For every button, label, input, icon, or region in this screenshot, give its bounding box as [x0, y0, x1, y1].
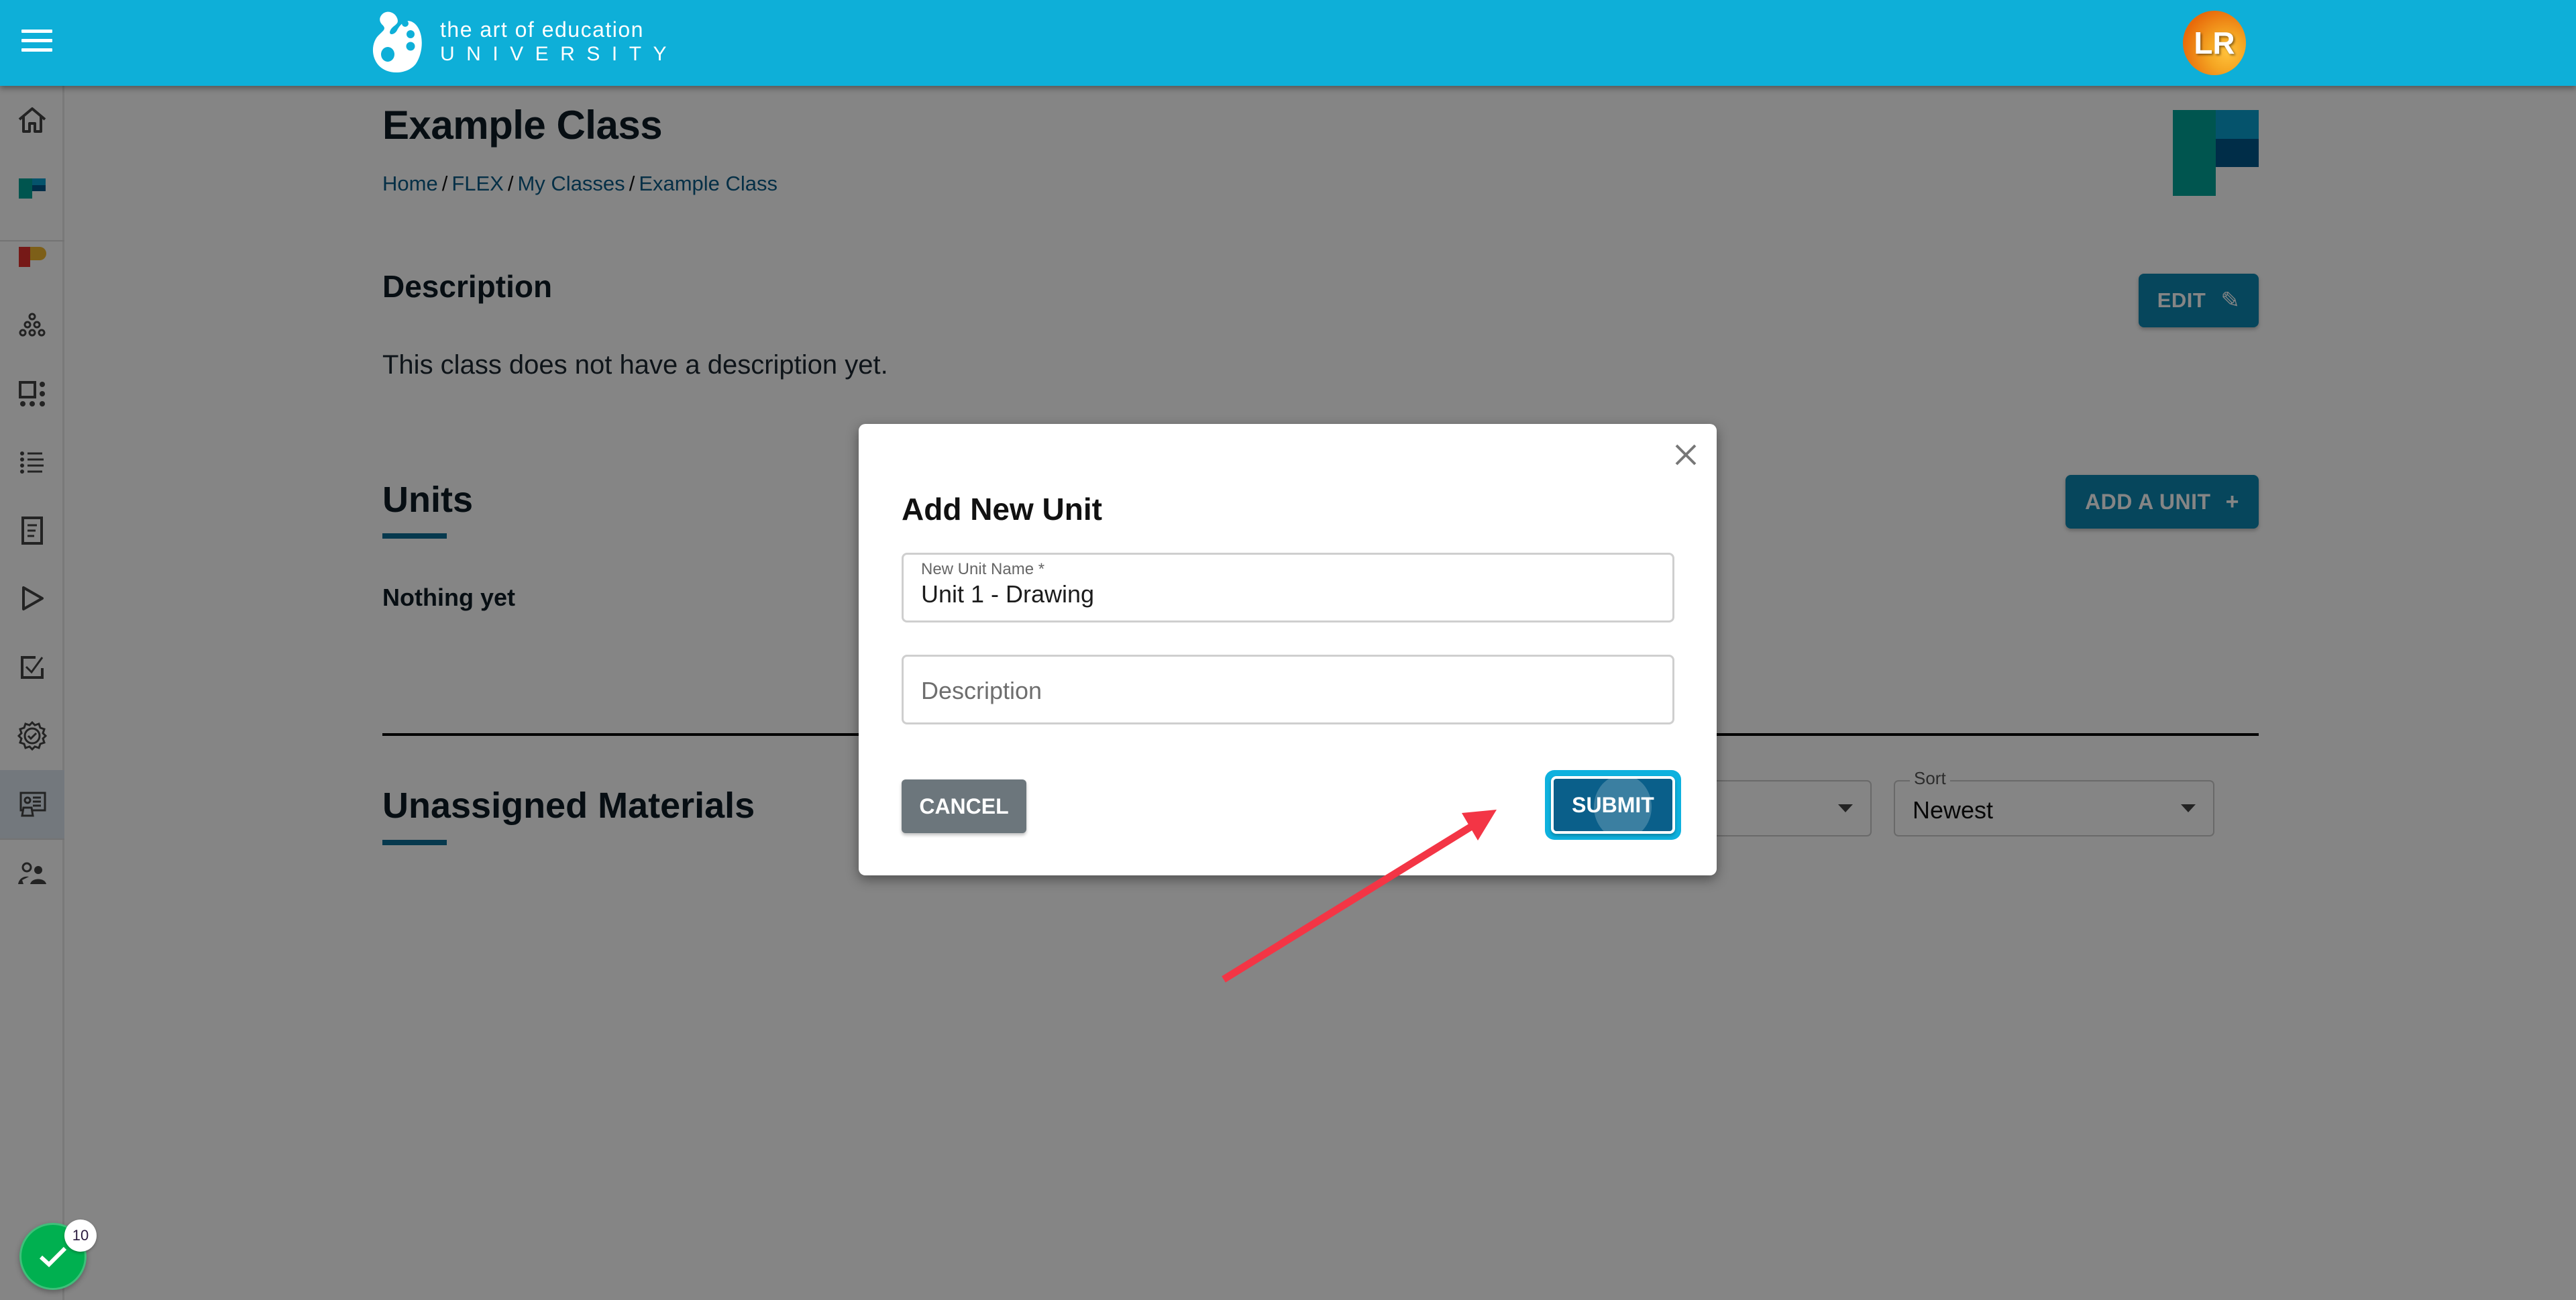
unit-name-input[interactable]: [921, 580, 1652, 608]
logo-tagline: the art of education: [440, 17, 644, 42]
unit-description-field[interactable]: [902, 655, 1674, 724]
notification-count-badge: 10: [64, 1220, 97, 1252]
top-app-bar: the art of education UNIVERSITY LR: [0, 0, 2576, 86]
palette-icon: [372, 11, 422, 73]
cancel-button[interactable]: CANCEL: [902, 779, 1026, 833]
user-avatar[interactable]: LR: [2183, 11, 2246, 75]
close-icon: [1675, 444, 1697, 466]
unit-description-input[interactable]: [921, 677, 1652, 705]
aoeu-logo[interactable]: the art of education UNIVERSITY: [370, 8, 678, 75]
unit-name-field[interactable]: New Unit Name *: [902, 553, 1674, 622]
submit-button[interactable]: SUBMIT: [1551, 776, 1675, 834]
add-new-unit-dialog: Add New Unit New Unit Name * CANCEL SUBM…: [859, 424, 1717, 875]
unit-name-label: New Unit Name *: [921, 560, 1045, 578]
close-dialog-button[interactable]: [1672, 441, 1699, 468]
dialog-title: Add New Unit: [902, 492, 1102, 527]
submit-button-label: SUBMIT: [1572, 792, 1654, 817]
check-icon: [39, 1246, 67, 1268]
hamburger-menu-button[interactable]: [21, 30, 52, 56]
logo-university: UNIVERSITY: [440, 43, 679, 65]
submit-focus-ring: SUBMIT: [1545, 770, 1681, 840]
